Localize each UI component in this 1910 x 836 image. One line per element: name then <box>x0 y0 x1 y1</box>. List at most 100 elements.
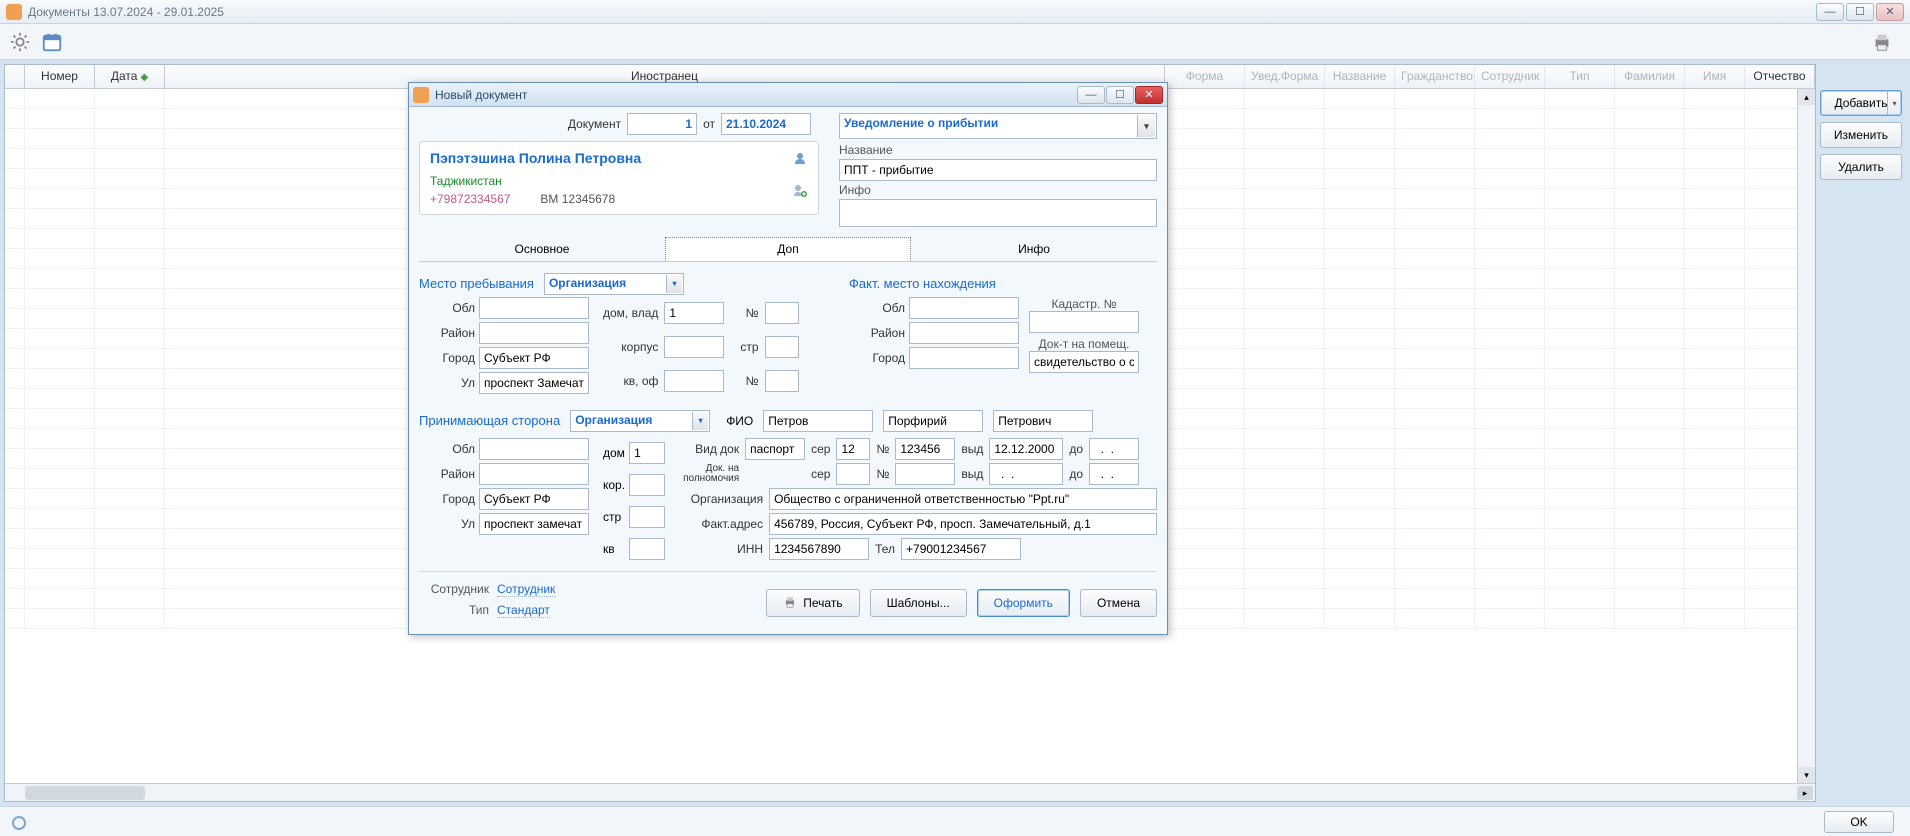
calendar-icon[interactable] <box>40 30 64 54</box>
person-add-icon[interactable] <box>792 182 808 198</box>
host-auth-until-input[interactable] <box>1089 463 1139 485</box>
host-inn-input[interactable] <box>769 538 869 560</box>
actual-city-input[interactable] <box>909 347 1019 369</box>
new-document-dialog: Новый документ — ☐ ✕ Документ от Пэпэтэш… <box>408 82 1168 635</box>
tab-info[interactable]: Инфо <box>911 237 1157 261</box>
premises-input[interactable] <box>1029 351 1139 373</box>
host-patronymic-input[interactable] <box>993 410 1093 432</box>
dialog-maximize-button[interactable]: ☐ <box>1106 86 1134 104</box>
stay-num2-input[interactable] <box>765 370 799 392</box>
stay-district-input[interactable] <box>479 322 589 344</box>
host-org-input[interactable] <box>769 488 1157 510</box>
host-auth-label: Док. на полномочия <box>683 464 739 484</box>
stay-type-select[interactable]: Организация ▾ <box>544 273 684 295</box>
cadastr-input[interactable] <box>1029 311 1139 333</box>
notification-type-select[interactable]: Уведомление о прибытии ▾ <box>839 113 1157 139</box>
host-kor-input[interactable] <box>629 474 665 496</box>
grid-vertical-scrollbar[interactable]: ▴ ▾ <box>1797 89 1815 783</box>
type-value[interactable]: Стандарт <box>497 603 550 618</box>
host-tel-input[interactable] <box>901 538 1021 560</box>
printer-icon[interactable] <box>1870 30 1894 54</box>
host-fact-addr-input[interactable] <box>769 513 1157 535</box>
col-firstname[interactable]: Имя <box>1685 65 1745 88</box>
host-street-input[interactable] <box>479 513 589 535</box>
col-notif-form[interactable]: Увед.Форма <box>1245 65 1325 88</box>
stay-obl-input[interactable] <box>479 297 589 319</box>
actual-obl-input[interactable] <box>909 297 1019 319</box>
info-input[interactable] <box>839 199 1157 227</box>
host-district-input[interactable] <box>479 463 589 485</box>
host-house-input[interactable] <box>629 442 665 464</box>
col-patronymic[interactable]: Отчество <box>1745 65 1815 88</box>
cancel-button[interactable]: Отмена <box>1080 589 1157 617</box>
host-doctype-input[interactable] <box>745 438 805 460</box>
minimize-button[interactable]: — <box>1816 3 1844 21</box>
scroll-thumb[interactable] <box>25 786 145 800</box>
host-ser-input[interactable] <box>836 438 870 460</box>
stay-street-input[interactable] <box>479 372 589 394</box>
chevron-down-icon[interactable]: ▾ <box>1137 115 1155 137</box>
host-kv-input[interactable] <box>629 538 665 560</box>
delete-button[interactable]: Удалить <box>1820 154 1902 180</box>
host-str-input[interactable] <box>629 506 665 528</box>
stay-kvof-input[interactable] <box>664 370 724 392</box>
stay-city-input[interactable] <box>479 347 589 369</box>
submit-button[interactable]: Оформить <box>977 589 1070 617</box>
host-until-input[interactable] <box>1089 438 1139 460</box>
grid-horizontal-scrollbar[interactable]: ▸ <box>5 783 1815 801</box>
col-employee[interactable]: Сотрудник <box>1475 65 1545 88</box>
maximize-button[interactable]: ☐ <box>1846 3 1874 21</box>
col-surname[interactable]: Фамилия <box>1615 65 1685 88</box>
printer-icon <box>783 595 797 612</box>
chevron-down-icon[interactable]: ▾ <box>666 275 682 293</box>
col-citizenship[interactable]: Гражданство <box>1395 65 1475 88</box>
name-input[interactable] <box>839 159 1157 181</box>
actual-district-input[interactable] <box>909 322 1019 344</box>
host-obl-input[interactable] <box>479 438 589 460</box>
type-key: Тип <box>419 603 489 618</box>
col-type[interactable]: Тип <box>1545 65 1615 88</box>
scroll-right-icon[interactable]: ▸ <box>1797 786 1813 800</box>
host-auth-num-input[interactable] <box>895 463 955 485</box>
col-number[interactable]: Номер <box>25 65 95 88</box>
tab-main[interactable]: Основное <box>419 237 665 261</box>
stay-city-label: Город <box>419 351 475 365</box>
templates-button[interactable]: Шаблоны... <box>870 589 967 617</box>
host-city-input[interactable] <box>479 488 589 510</box>
print-button[interactable]: Печать <box>766 589 859 617</box>
add-button[interactable]: Добавить ▾ <box>1820 90 1902 116</box>
stay-house-input[interactable] <box>664 302 724 324</box>
col-name[interactable]: Название <box>1325 65 1395 88</box>
col-date[interactable]: Дата◆ <box>95 65 165 88</box>
chevron-down-icon[interactable]: ▾ <box>692 412 708 430</box>
gear-icon[interactable] <box>8 30 32 54</box>
stay-num-input[interactable] <box>765 302 799 324</box>
stay-str-input[interactable] <box>765 336 799 358</box>
chevron-down-icon[interactable]: ▾ <box>1887 91 1901 115</box>
stay-street-label: Ул <box>419 376 475 390</box>
host-type-select[interactable]: Организация ▾ <box>570 410 710 432</box>
dialog-close-button[interactable]: ✕ <box>1135 86 1163 104</box>
host-auth-issued-input[interactable] <box>989 463 1063 485</box>
scroll-up-icon[interactable]: ▴ <box>1798 89 1815 105</box>
host-auth-ser-input[interactable] <box>836 463 870 485</box>
scroll-down-icon[interactable]: ▾ <box>1798 767 1815 783</box>
tab-extra[interactable]: Доп <box>665 237 911 261</box>
host-num-input[interactable] <box>895 438 955 460</box>
ok-button[interactable]: OK <box>1824 811 1894 833</box>
app-icon <box>6 4 22 20</box>
dialog-icon <box>413 87 429 103</box>
host-surname-input[interactable] <box>763 410 873 432</box>
close-button[interactable]: ✕ <box>1876 3 1904 21</box>
host-issued-input[interactable] <box>989 438 1063 460</box>
doc-date-input[interactable] <box>721 113 811 135</box>
doc-number-input[interactable] <box>627 113 697 135</box>
person-group-icon[interactable] <box>792 150 808 166</box>
stay-korpus-input[interactable] <box>664 336 724 358</box>
main-titlebar: Документы 13.07.2024 - 29.01.2025 — ☐ ✕ <box>0 0 1910 24</box>
col-form[interactable]: Форма <box>1165 65 1245 88</box>
host-firstname-input[interactable] <box>883 410 983 432</box>
dialog-minimize-button[interactable]: — <box>1077 86 1105 104</box>
edit-button[interactable]: Изменить <box>1820 122 1902 148</box>
employee-value[interactable]: Сотрудник <box>497 582 555 597</box>
